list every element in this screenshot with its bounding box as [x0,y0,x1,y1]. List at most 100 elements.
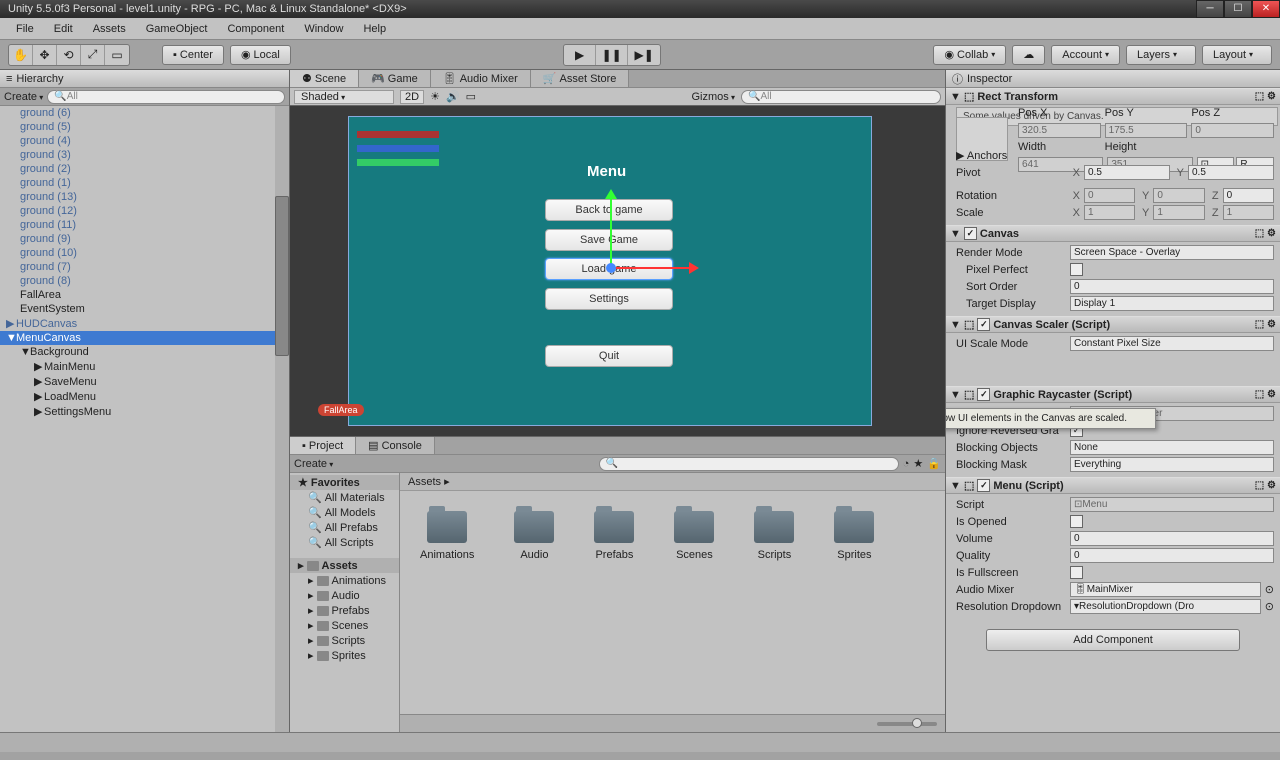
folder-item[interactable]: Prefabs [594,511,634,561]
posx-field[interactable]: 320.5 [1018,123,1101,138]
pivot-y-field[interactable]: 0.5 [1188,165,1274,180]
layers-dropdown[interactable]: Layers [1126,45,1196,65]
project-tree-item[interactable]: ▸ Audio [290,588,399,603]
play-button[interactable]: ▶ [564,45,596,65]
2d-toggle[interactable]: 2D [400,90,424,104]
menu-help[interactable]: Help [353,23,396,35]
scale-y-field[interactable]: 1 [1153,205,1204,220]
scene-tab[interactable]: ⚉ Scene [290,70,359,87]
hierarchy-item[interactable]: ground (9) [0,232,289,246]
menu-assets[interactable]: Assets [83,23,136,35]
project-tree-item[interactable]: ▸ Animations [290,573,399,588]
fav-scripts[interactable]: 🔍All Scripts [290,535,399,550]
canvas-header[interactable]: ▼ ✓ Canvas⬚ ⚙ [946,225,1280,242]
close-button[interactable]: ✕ [1252,0,1280,18]
project-tree-item[interactable]: ▸ Scenes [290,618,399,633]
isfullscreen-checkbox[interactable] [1070,566,1083,579]
collab-dropdown[interactable]: ◉ Collab [933,45,1006,65]
menu-script-header[interactable]: ▼ ⬚ ✓ Menu (Script)⬚ ⚙ [946,477,1280,494]
rect-transform-header[interactable]: ▼ ⬚ Rect Transform⬚ ⚙ [946,88,1280,105]
cloud-button[interactable]: ☁ [1012,45,1045,65]
rot-y-field[interactable]: 0 [1153,188,1204,203]
isopened-checkbox[interactable] [1070,515,1083,528]
hierarchy-item[interactable]: ▼Background [0,345,289,359]
hierarchy-item[interactable]: ▼MenuCanvas [0,331,289,345]
save-game-button[interactable]: Save Game [545,229,673,251]
y-axis-gizmo[interactable] [610,197,612,267]
fav-models[interactable]: 🔍All Models [290,505,399,520]
console-tab[interactable]: ▤ Console [356,437,435,454]
menu-file[interactable]: File [6,23,44,35]
hierarchy-item[interactable]: ground (2) [0,162,289,176]
menu-window[interactable]: Window [294,23,353,35]
pivot-local-toggle[interactable]: ◉ Local [230,45,291,65]
assets-header[interactable]: ▸ Assets [290,558,399,573]
project-create[interactable]: Create [294,458,333,470]
targetdisplay-dropdown[interactable]: Display 1 [1070,296,1274,311]
hierarchy-tab[interactable]: ≡ Hierarchy [0,70,289,88]
pause-button[interactable]: ❚❚ [596,45,628,65]
minimize-button[interactable]: ─ [1196,0,1224,18]
pivot-x-field[interactable]: 0.5 [1084,165,1170,180]
quit-button[interactable]: Quit [545,345,673,367]
hierarchy-item[interactable]: ▶MainMenu [0,359,289,374]
add-component-button[interactable]: Add Component [986,629,1240,651]
hierarchy-scrollbar[interactable] [275,106,289,732]
hierarchy-item[interactable]: ▶LoadMenu [0,389,289,404]
gizmos-dropdown[interactable]: Gizmos [691,91,735,103]
anchors-foldout[interactable]: ▶ Anchors [956,149,1007,162]
project-tab[interactable]: ▪ Project [290,437,356,454]
menu-gameobject[interactable]: GameObject [136,23,218,35]
hierarchy-item[interactable]: ground (11) [0,218,289,232]
blockobj-dropdown[interactable]: None [1070,440,1274,455]
folder-item[interactable]: Scenes [674,511,714,561]
hand-tool[interactable]: ✋ [9,45,33,65]
project-tree-item[interactable]: ▸ Prefabs [290,603,399,618]
fx-toggle[interactable]: ▭ [466,90,476,103]
hierarchy-search[interactable]: 🔍All [47,90,285,104]
audio-mixer-tab[interactable]: 🎚 Audio Mixer [431,70,531,87]
hierarchy-item[interactable]: ground (1) [0,176,289,190]
hierarchy-create[interactable]: Create [4,91,43,103]
object-picker-icon[interactable]: ⊙ [1265,583,1274,596]
lighting-toggle[interactable]: ☀ [430,90,440,103]
shading-mode[interactable]: Shaded [294,90,394,104]
hierarchy-item[interactable]: ground (7) [0,260,289,274]
favorites-header[interactable]: ★ Favorites [290,475,399,490]
project-tree-item[interactable]: ▸ Scripts [290,633,399,648]
rect-tool[interactable]: ▭ [105,45,129,65]
canvas-scaler-header[interactable]: ▼ ⬚ ✓ Canvas Scaler (Script)⬚ ⚙ [946,316,1280,333]
menu-edit[interactable]: Edit [44,23,83,35]
hierarchy-item[interactable]: ▶HUDCanvas [0,316,289,331]
folder-item[interactable]: Audio [514,511,554,561]
hierarchy-item[interactable]: ▶SettingsMenu [0,404,289,419]
posy-field[interactable]: 175.5 [1105,123,1188,138]
scene-search[interactable]: 🔍All [741,90,941,104]
graphic-raycaster-header[interactable]: ▼ ⬚ ✓ Graphic Raycaster (Script)⬚ ⚙ [946,386,1280,403]
uiscale-dropdown[interactable]: Constant Pixel Size [1070,336,1274,351]
scene-view[interactable]: Menu Back to game Save Game Load game Se… [290,106,945,436]
hierarchy-item[interactable]: ground (6) [0,106,289,120]
folder-item[interactable]: Sprites [834,511,874,561]
folder-item[interactable]: Scripts [754,511,794,561]
asset-store-tab[interactable]: 🛒 Asset Store [531,70,630,87]
quality-field[interactable]: 0 [1070,548,1274,563]
save-search-icon[interactable]: ★ [913,457,923,470]
project-breadcrumb[interactable]: Assets ▸ [400,473,945,491]
account-dropdown[interactable]: Account [1051,45,1120,65]
maximize-button[interactable]: ☐ [1224,0,1252,18]
project-search[interactable]: 🔍 [599,457,899,471]
object-picker-icon[interactable]: ⊙ [1265,600,1274,613]
step-button[interactable]: ▶❚ [628,45,660,65]
pivot-center-toggle[interactable]: ▪ Center [162,45,224,65]
hierarchy-item[interactable]: FallArea [0,288,289,302]
scale-x-field[interactable]: 1 [1084,205,1135,220]
hierarchy-item[interactable]: ground (8) [0,274,289,288]
hierarchy-item[interactable]: ground (3) [0,148,289,162]
search-filter-icon[interactable]: ◔ [903,458,910,470]
game-tab[interactable]: 🎮 Game [359,70,431,87]
sortorder-field[interactable]: 0 [1070,279,1274,294]
hierarchy-item[interactable]: ▶SaveMenu [0,374,289,389]
rot-x-field[interactable]: 0 [1084,188,1135,203]
scale-z-field[interactable]: 1 [1223,205,1274,220]
